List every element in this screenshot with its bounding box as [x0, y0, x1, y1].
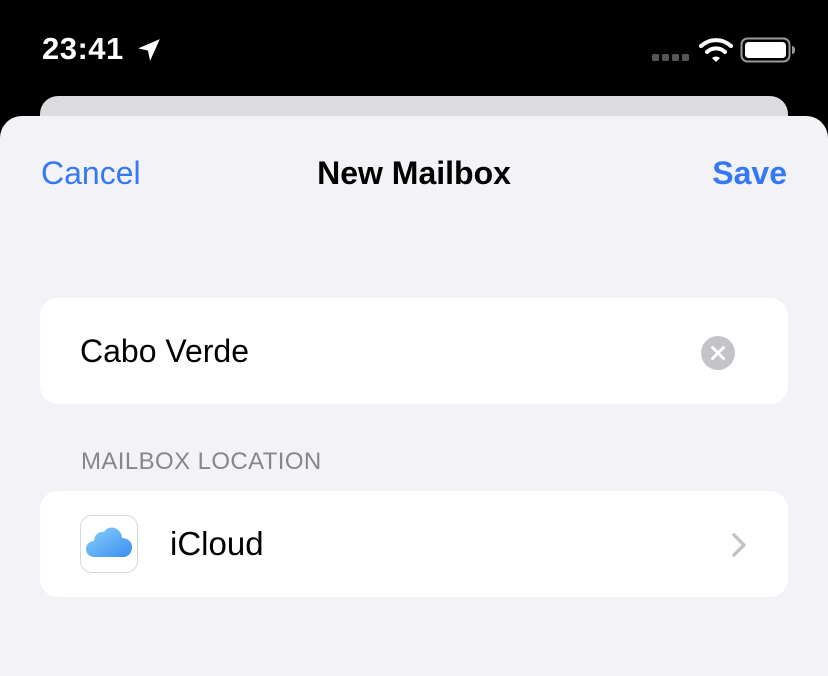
- clear-icon: [711, 346, 725, 360]
- mailbox-name-card: [40, 298, 788, 404]
- status-bar: 23:41: [0, 0, 828, 100]
- mailbox-name-input[interactable]: [80, 328, 680, 374]
- icloud-icon: [86, 527, 132, 557]
- section-header-mailbox-location: MAILBOX LOCATION: [81, 448, 322, 475]
- wifi-icon: [699, 38, 733, 62]
- location-label: iCloud: [170, 525, 264, 562]
- save-button[interactable]: Save: [712, 155, 787, 191]
- chevron-right-icon: [732, 533, 746, 557]
- cancel-button[interactable]: Cancel: [41, 155, 141, 191]
- battery-icon: [740, 37, 795, 63]
- cellular-signal-icon: [652, 54, 689, 61]
- status-time: 23:41: [42, 31, 124, 66]
- location-arrow-icon: [138, 39, 160, 61]
- icloud-tile: [80, 515, 138, 573]
- clear-text-button[interactable]: [701, 336, 735, 370]
- mailbox-location-row[interactable]: iCloud: [40, 491, 788, 597]
